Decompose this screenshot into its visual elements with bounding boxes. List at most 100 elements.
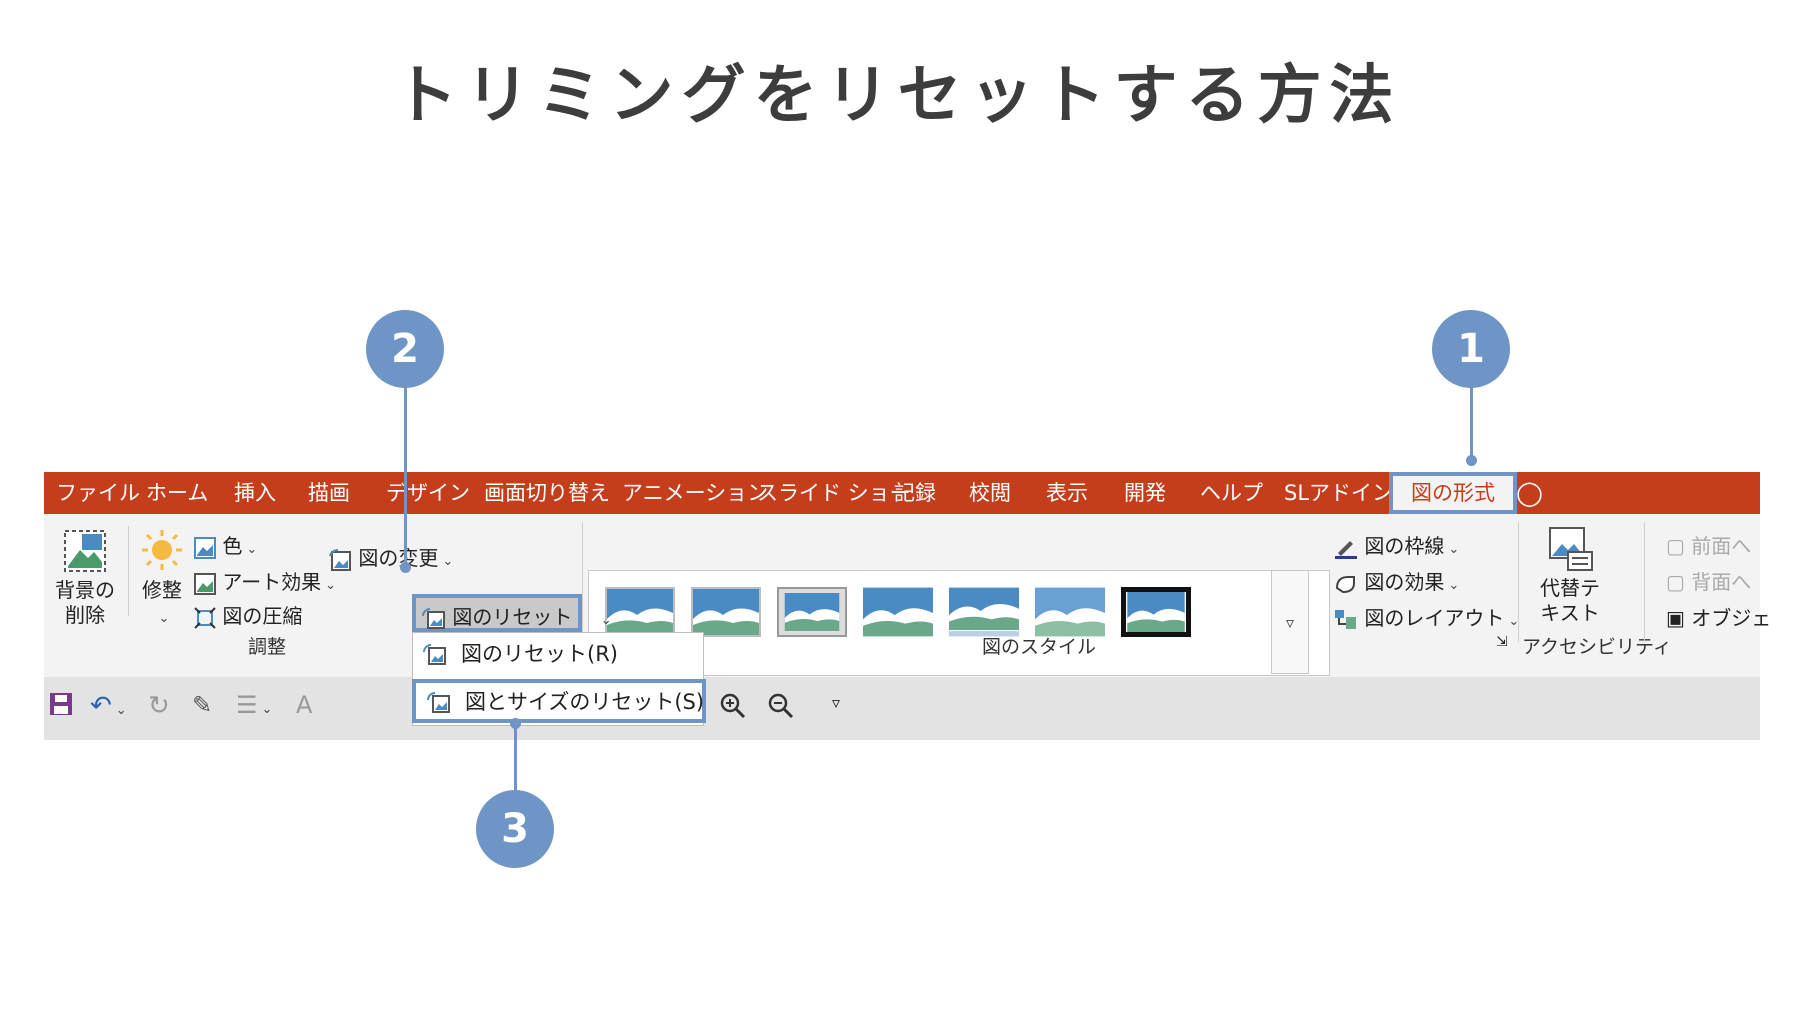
tab-slideshow[interactable]: スライド ショー (757, 472, 911, 514)
picture-layout-label: 図のレイアウト (1364, 606, 1505, 630)
picture-border-button[interactable]: 図の枠線 ⌄ (1334, 530, 1459, 559)
style-thumbnail[interactable] (863, 587, 933, 637)
pen-icon (1335, 540, 1357, 559)
artistic-effects-button[interactable]: アート効果 ⌄ (194, 566, 336, 595)
alt-text-label: 代替テ キスト (1540, 576, 1600, 625)
customize-qat-icon[interactable]: ▿ (832, 693, 840, 712)
style-thumbnail[interactable] (777, 587, 847, 637)
zoom-out-icon[interactable] (768, 693, 794, 723)
callout-2-line (404, 386, 407, 566)
bring-forward-button[interactable]: ▢ 前面へ (1666, 530, 1751, 559)
remove-background-icon (64, 530, 106, 572)
page-title: トリミングをリセットする方法 (393, 59, 1402, 133)
layout-icon (1335, 609, 1356, 629)
send-backward-label: 背面へ (1691, 570, 1752, 594)
reset-picture-icon (423, 644, 446, 665)
menu-item-label: 図のリセット(R) (461, 642, 618, 666)
tab-developer[interactable]: 開発 (1124, 472, 1166, 514)
tab-picture-format[interactable]: 図の形式 (1389, 472, 1517, 514)
callout-1-dot (1466, 455, 1477, 466)
font-icon[interactable]: A (296, 691, 312, 719)
picture-layout-button[interactable]: 図のレイアウト ⌄ (1334, 602, 1519, 631)
reset-size-icon (427, 692, 450, 713)
style-thumbnail[interactable] (605, 587, 675, 637)
alt-text-button[interactable]: 代替テ キスト (1530, 526, 1610, 626)
tab-sl-addin[interactable]: SLアドイン (1284, 472, 1393, 514)
picture-effects-label: 図の効果 (1364, 570, 1445, 594)
tab-home[interactable]: ホーム (146, 472, 208, 514)
tab-insert[interactable]: 挿入 (234, 472, 276, 514)
compress-icon (194, 606, 216, 629)
style-thumbnail[interactable] (691, 587, 761, 637)
tab-view[interactable]: 表示 (1046, 472, 1088, 514)
redo-icon[interactable]: ↻ (148, 691, 170, 721)
compress-pictures-button[interactable]: 図の圧縮 (194, 600, 302, 629)
artistic-effects-label: アート効果 (222, 570, 322, 594)
chevron-down-icon: ⌄ (246, 542, 258, 557)
change-picture-button[interactable]: 図の変更 ⌄ (328, 542, 453, 572)
chevron-down-icon: ⌄ (600, 613, 612, 628)
sun-icon (142, 530, 182, 570)
bullets-icon[interactable]: ☰ ⌄ (236, 691, 272, 719)
callout-3-dot (510, 718, 521, 729)
tab-design[interactable]: デザイン (386, 472, 470, 514)
alt-text-icon (1549, 527, 1593, 571)
chevron-down-icon: ⌄ (325, 578, 337, 593)
corrections-label: 修整 (142, 578, 182, 602)
tab-record[interactable]: 記録 (894, 472, 936, 514)
format-painter-icon[interactable]: ✎ (192, 691, 212, 719)
chevron-down-icon: ⌄ (158, 611, 170, 626)
color-label: 色 (222, 534, 243, 558)
tab-help[interactable]: ヘルプ (1200, 472, 1263, 514)
reset-picture-menu: 図のリセット(R) 図とサイズのリセット(S) (412, 632, 706, 726)
tab-file[interactable]: ファイル (56, 472, 140, 514)
color-icon (194, 536, 216, 559)
dialog-launcher-icon[interactable]: ⇲ (1496, 634, 1508, 650)
send-backward-icon: ▢ (1666, 570, 1685, 594)
menu-item-reset-picture-and-size[interactable]: 図とサイズのリセット(S) (412, 679, 706, 723)
change-picture-icon (329, 548, 351, 571)
menu-item-reset-picture[interactable]: 図のリセット(R) (413, 635, 703, 679)
divider (1518, 522, 1519, 642)
style-thumbnail[interactable] (1035, 587, 1105, 637)
callout-3: 3 (476, 790, 554, 868)
office-screenshot: ファイル ホーム 挿入 描画 デザイン 画面切り替え アニメーション スライド … (44, 472, 1771, 740)
callout-3-line (514, 722, 517, 792)
compress-label: 図の圧縮 (222, 604, 303, 628)
bring-forward-icon: ▢ (1666, 534, 1685, 558)
save-icon[interactable] (48, 691, 74, 721)
tab-review[interactable]: 校閲 (969, 472, 1011, 514)
tab-animations[interactable]: アニメーション (622, 472, 768, 514)
send-backward-button[interactable]: ▢ 背面へ (1666, 566, 1751, 595)
gallery-more-button[interactable]: ▿ (1271, 570, 1309, 674)
style-thumbnail[interactable] (949, 587, 1019, 637)
callout-1-line (1470, 386, 1473, 458)
color-button[interactable]: 色 ⌄ (194, 530, 257, 559)
chevron-down-icon: ⌄ (1448, 542, 1460, 557)
change-picture-label: 図の変更 (358, 546, 439, 570)
accessibility-group-label: アクセシビリティ (1522, 636, 1672, 658)
divider (128, 526, 129, 616)
corrections-button[interactable]: 修整 ⌄ (130, 528, 194, 631)
tab-draw[interactable]: 描画 (308, 472, 350, 514)
remove-background-button[interactable]: 背景の 削除 (48, 528, 122, 628)
tab-transitions[interactable]: 画面切り替え (484, 472, 610, 514)
undo-icon[interactable]: ↶ ⌄ (90, 691, 127, 721)
divider (1644, 522, 1645, 642)
reset-picture-button[interactable]: 図のリセット ⌄ (412, 594, 612, 632)
ribbon: 背景の 削除 修整 ⌄ 色 ⌄ アート効果 ⌄ 図の圧縮 図の変更 ⌄ 調整 ▿… (44, 514, 1771, 676)
style-thumbnail[interactable] (1121, 587, 1191, 637)
reset-picture-icon (422, 607, 445, 629)
reset-picture-label: 図のリセット (452, 605, 573, 629)
quick-access-toolbar: ↶⌄ ↻ ✎ ☰⌄ A ✎ ▿ (44, 677, 1760, 740)
effects-icon (1335, 575, 1355, 593)
callout-1: 1 (1432, 310, 1510, 388)
chevron-down-icon: ⌄ (442, 554, 454, 569)
selection-pane-label: オブジェ (1691, 606, 1772, 630)
lightbulb-icon[interactable]: ◯ (1516, 472, 1543, 514)
picture-effects-button[interactable]: 図の効果 ⌄ (1334, 566, 1459, 595)
artistic-effects-icon (194, 572, 216, 595)
selection-pane-button[interactable]: ▣ オブジェ (1666, 602, 1771, 631)
selection-pane-icon: ▣ (1666, 606, 1685, 630)
zoom-in-icon[interactable] (720, 693, 746, 723)
